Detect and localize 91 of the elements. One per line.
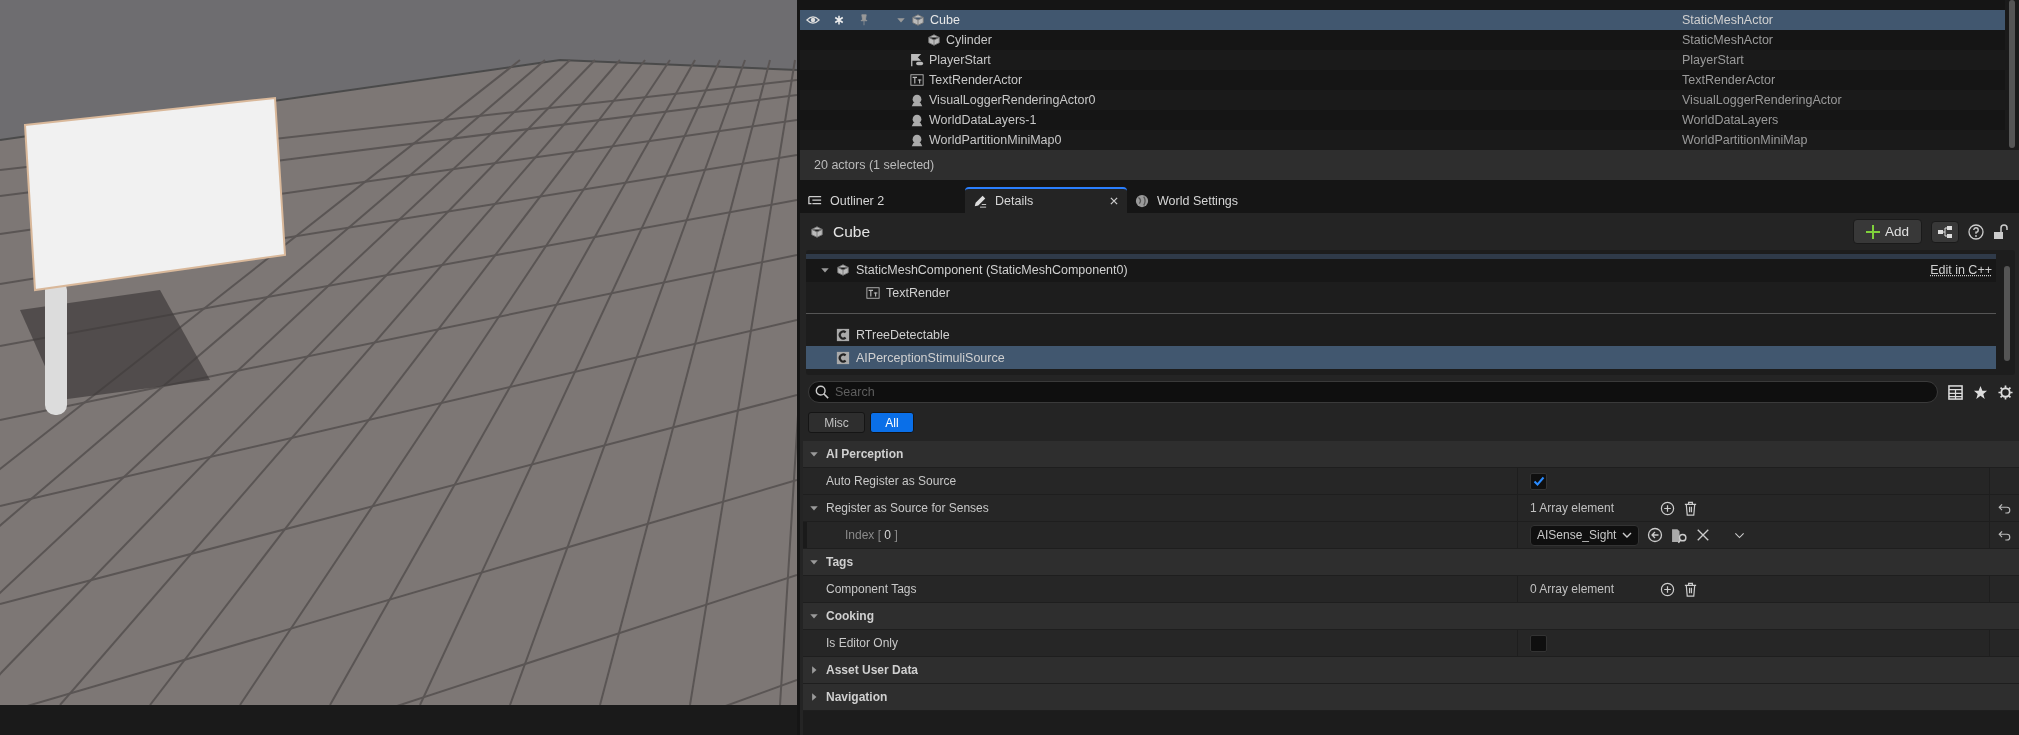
actor-type: WorldPartitionMiniMap <box>1682 133 1808 147</box>
panel-tab[interactable]: World Settings <box>1127 187 1292 213</box>
actor-type: StaticMeshActor <box>1682 13 1773 27</box>
expand-arrow-icon[interactable] <box>809 692 819 702</box>
add-icon[interactable] <box>1660 581 1675 597</box>
property-label: Component Tags <box>826 582 917 596</box>
search-icon <box>815 385 829 399</box>
category-header[interactable]: Navigation <box>803 684 2019 711</box>
close-icon[interactable] <box>1696 528 1711 542</box>
text-render-icon <box>910 73 924 87</box>
property-label: Index [ 0 ] <box>845 528 898 542</box>
class-icon <box>836 327 850 342</box>
settings-icon[interactable] <box>1998 384 2013 400</box>
actor-name: TextRenderActor <box>929 73 1023 87</box>
collapse-arrow-icon[interactable] <box>809 503 819 513</box>
category-header[interactable]: AI Perception <box>803 441 2019 468</box>
globe-icon <box>1135 194 1149 208</box>
actor-name: WorldPartitionMiniMap0 <box>929 133 1062 147</box>
collapse-arrow-icon[interactable] <box>809 449 819 459</box>
actor-type: VisualLoggerRenderingActor <box>1682 93 1842 107</box>
star-icon[interactable] <box>1973 384 1988 400</box>
trash-icon[interactable] <box>1683 581 1698 597</box>
checkbox[interactable] <box>1530 472 1547 490</box>
pencil-icon <box>973 194 987 208</box>
panel-tab[interactable]: Details <box>965 187 1127 213</box>
actor-type: TextRenderActor <box>1682 73 1776 87</box>
actor-type: PlayerStart <box>1682 53 1744 67</box>
actor-name: PlayerStart <box>929 53 991 67</box>
reset-arrow-icon[interactable] <box>1998 501 2011 515</box>
component-row[interactable]: AIPerceptionStimuliSource <box>806 346 1996 369</box>
component-name: StaticMeshComponent (StaticMeshComponent0) <box>856 263 1129 278</box>
chevron-down-icon <box>1622 530 1633 540</box>
component-row[interactable]: TextRender <box>806 281 1996 305</box>
actor-name: VisualLoggerRenderingActor0 <box>929 93 1096 107</box>
expand-arrow-icon[interactable] <box>809 665 819 675</box>
actor-count: 20 actors (1 selected) <box>814 158 935 172</box>
reset-arrow-icon[interactable] <box>1998 528 2011 542</box>
cube-icon <box>911 13 925 27</box>
flag-icon <box>910 53 924 67</box>
actor-title: Cube <box>833 222 872 241</box>
table-icon[interactable] <box>1948 384 1963 400</box>
category-header[interactable]: Tags <box>803 549 2019 576</box>
add-button[interactable]: Add <box>1852 219 1922 244</box>
star-icon[interactable] <box>834 15 844 25</box>
hierarchy-icon <box>1937 224 1953 239</box>
outliner-row[interactable]: WorldDataLayers-1 WorldDataLayers <box>800 110 2005 130</box>
outliner-row[interactable]: Cylinder StaticMeshActor <box>800 30 2005 50</box>
panel-tab[interactable]: Outliner 2 <box>800 187 965 213</box>
component-row[interactable]: StaticMeshComponent (StaticMeshComponent0) Edit in C++ <box>806 258 1996 282</box>
outliner-row[interactable]: TextRenderActor TextRenderActor <box>800 70 2005 90</box>
trash-icon[interactable] <box>1683 500 1698 516</box>
unlocked-icon[interactable] <box>1993 223 2009 240</box>
help-icon[interactable] <box>1968 223 1984 240</box>
plus-icon <box>1865 224 1880 239</box>
filter-button[interactable]: Misc <box>808 412 865 433</box>
property-label: Register as Source for Senses <box>826 501 989 515</box>
folder-search-icon[interactable] <box>1671 526 1689 544</box>
component-name: RTreeDetectable <box>856 327 951 342</box>
cube-icon <box>810 224 824 239</box>
edit-link[interactable]: Edit in C++ <box>1930 263 1992 278</box>
search-field[interactable]: Search <box>808 381 1938 403</box>
actor-type: WorldDataLayers <box>1682 113 1779 127</box>
actor-name: Cylinder <box>946 33 992 47</box>
arrow-left-circle-icon[interactable] <box>1647 527 1664 543</box>
filter-button[interactable]: All <box>870 412 914 433</box>
array-count: 0 Array element <box>1530 582 1616 596</box>
array-count: 1 Array element <box>1530 501 1616 515</box>
component-name: TextRender <box>886 286 951 300</box>
category-header[interactable]: Asset User Data <box>803 657 2019 684</box>
actor-name: Cube <box>930 13 960 27</box>
class-icon <box>836 350 850 365</box>
checkbox[interactable] <box>1530 634 1547 652</box>
hierarchy-button[interactable] <box>1931 220 1959 243</box>
cube-icon <box>927 33 941 47</box>
outliner-row[interactable]: Cube StaticMeshActor <box>800 10 2005 30</box>
actor-type: StaticMeshActor <box>1682 33 1773 47</box>
actor-name: WorldDataLayers-1 <box>929 113 1037 127</box>
text-render-icon <box>866 286 880 300</box>
close-icon[interactable] <box>1109 196 1119 206</box>
pin-icon[interactable] <box>858 14 870 26</box>
cube-icon <box>836 263 850 278</box>
add-icon[interactable] <box>1660 500 1675 516</box>
component-row[interactable]: RTreeDetectable <box>806 323 1996 347</box>
component-name: AIPerceptionStimuliSource <box>856 350 1006 365</box>
category-header[interactable]: Cooking <box>803 603 2019 630</box>
collapse-arrow-icon[interactable] <box>809 611 819 621</box>
property-label: Is Editor Only <box>826 636 899 650</box>
collapse-arrow-icon[interactable] <box>809 557 819 567</box>
sense-dropdown[interactable]: AISense_Sight <box>1530 524 1640 546</box>
property-label: Auto Register as Source <box>826 474 957 488</box>
eye-icon[interactable] <box>806 13 820 27</box>
